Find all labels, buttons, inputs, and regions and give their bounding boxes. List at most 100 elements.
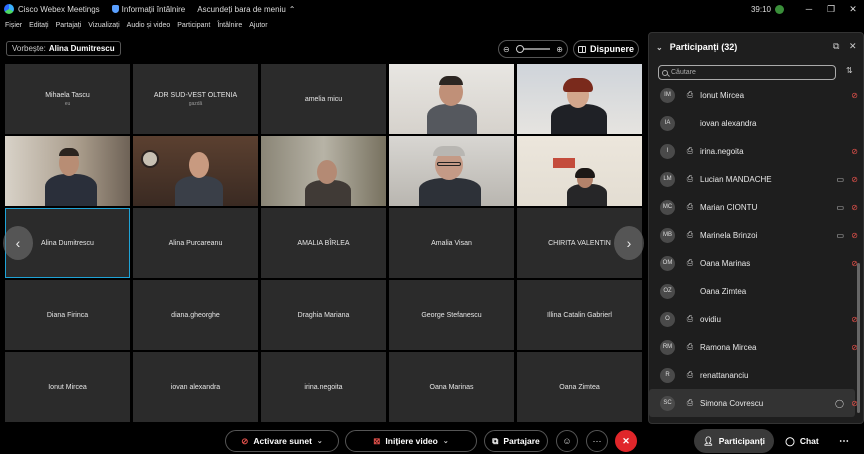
chevron-down-icon[interactable]: ⌄: [317, 437, 323, 445]
zoom-slider-handle[interactable]: [516, 45, 524, 53]
participant-row[interactable]: O ⎙ ovidiu ⊘: [649, 305, 858, 333]
menu-share[interactable]: Partajați: [56, 22, 82, 29]
more-options-button[interactable]: ⋯: [586, 430, 608, 452]
participant-search-input[interactable]: Căutare: [658, 65, 836, 80]
restore-button[interactable]: ❐: [820, 4, 842, 15]
video-tile[interactable]: ADR SUD-VEST OLTENIA gazdă: [133, 64, 258, 134]
share-button[interactable]: ⧉ Partajare: [484, 430, 548, 452]
video-tile[interactable]: Illina Catalin Gabrierl: [517, 280, 642, 350]
menu-help[interactable]: Ajutor: [249, 22, 267, 29]
chevron-down-icon[interactable]: ⌄: [443, 437, 449, 445]
previous-page-button[interactable]: ‹: [3, 226, 33, 260]
zoom-slider[interactable]: [516, 45, 550, 53]
muted-mic-icon: ⊘: [241, 435, 249, 446]
avatar: MC: [660, 199, 675, 215]
video-tile[interactable]: iovan alexandra: [133, 352, 258, 422]
participant-row[interactable]: IA iovan alexandra: [649, 109, 855, 137]
avatar: OZ: [660, 283, 675, 299]
video-tile[interactable]: Oana Zimtea: [517, 352, 642, 422]
video-tile-camera[interactable]: [133, 136, 258, 206]
menu-view[interactable]: Vizualizați: [88, 22, 119, 29]
menu-edit[interactable]: Editați: [29, 22, 48, 29]
muted-mic-icon[interactable]: ⊘: [851, 91, 858, 100]
tile-name: Ionut Mircea: [48, 383, 87, 391]
tile-name: amelia micu: [304, 95, 343, 103]
menu-audio-video[interactable]: Audio și video: [127, 22, 171, 29]
video-tile-camera[interactable]: [389, 136, 514, 206]
camera-feed: [517, 64, 642, 134]
tile-name: Illina Catalin Gabrierl: [547, 311, 612, 319]
video-tile[interactable]: Amalia Visan: [389, 208, 514, 278]
video-tile[interactable]: irina.negoita: [261, 352, 386, 422]
menu-meeting[interactable]: Întâlnire: [217, 22, 242, 29]
sort-icon[interactable]: ⇅: [846, 66, 853, 75]
video-tile-camera[interactable]: [517, 64, 642, 134]
zoom-out-icon[interactable]: ⊖: [503, 45, 510, 54]
reactions-button[interactable]: ☺: [556, 430, 578, 452]
video-tile[interactable]: AMALIA BÎRLEA: [261, 208, 386, 278]
chat-bubble-icon[interactable]: ◯: [835, 399, 844, 408]
video-tile[interactable]: diana.gheorghe: [133, 280, 258, 350]
muted-mic-icon[interactable]: ⊘: [851, 231, 858, 240]
video-tile[interactable]: Mihaela Tascu eu: [5, 64, 130, 134]
video-tile-camera[interactable]: [261, 136, 386, 206]
participant-row[interactable]: RM ⎙ Ramona Mircea ⊘: [649, 333, 858, 361]
meeting-info-button[interactable]: Informații întâlnire: [111, 4, 186, 14]
panel-scrollbar[interactable]: [857, 263, 860, 413]
muted-mic-icon[interactable]: ⊘: [851, 175, 858, 184]
device-icon: ⎙: [686, 174, 694, 183]
muted-mic-icon[interactable]: ⊘: [851, 147, 858, 156]
participant-name: iovan alexandra: [700, 118, 757, 128]
video-tile-camera[interactable]: [517, 136, 642, 206]
participant-name: Oana Zimtea: [700, 286, 747, 296]
hide-menu-button[interactable]: Ascundeți bara de meniu ⌃: [197, 5, 295, 14]
participant-row[interactable]: MB ⎙ Marinela Brinzoi ▭ ⊘: [649, 221, 858, 249]
device-icon: ⎙: [686, 342, 694, 351]
minimize-button[interactable]: ─: [798, 4, 820, 14]
participant-row[interactable]: R ⎙ renattananciu: [649, 361, 855, 389]
close-window-button[interactable]: ✕: [842, 4, 864, 15]
end-meeting-button[interactable]: ✕: [615, 430, 637, 452]
video-tile[interactable]: amelia micu: [261, 64, 386, 134]
participant-row[interactable]: OM ⎙ Oana Marinas ⊘: [649, 249, 858, 277]
next-page-button[interactable]: ›: [614, 226, 644, 260]
title-bar: Cisco Webex Meetings Informații întâlnir…: [0, 0, 864, 18]
video-tile[interactable]: Oana Marinas: [389, 352, 514, 422]
unmute-button[interactable]: ⊘ Activare sunet ⌄: [225, 430, 339, 452]
participants-toggle-button[interactable]: 👤︎ Participanți: [694, 429, 774, 453]
tile-name: George Stefanescu: [421, 311, 482, 319]
layout-button[interactable]: Dispunere: [573, 40, 639, 58]
video-tile-camera[interactable]: [389, 64, 514, 134]
video-tile[interactable]: Alina Purcareanu: [133, 208, 258, 278]
smiley-icon: ☺: [562, 436, 572, 446]
tile-name: Alina Dumitrescu: [41, 239, 94, 247]
participant-row-hovered[interactable]: SC ⎙ Simona Covrescu ◯ ⊘: [649, 389, 858, 417]
menu-participant[interactable]: Participant: [177, 22, 210, 29]
participant-list: IM ⎙ Ionut Mircea ⊘ IA iovan alexandra I…: [649, 81, 858, 417]
chat-toggle-button[interactable]: ◯ Chat: [780, 429, 824, 453]
zoom-in-icon[interactable]: ⊕: [556, 45, 563, 54]
menu-file[interactable]: Fișier: [5, 22, 22, 29]
video-tile[interactable]: George Stefanescu: [389, 280, 514, 350]
video-tile[interactable]: Ionut Mircea: [5, 352, 130, 422]
camera-feed: [133, 136, 258, 206]
video-tile[interactable]: Diana Firinca: [5, 280, 130, 350]
participant-row[interactable]: MC ⎙ Marian CIONTU ▭ ⊘: [649, 193, 858, 221]
muted-mic-icon[interactable]: ⊘: [851, 203, 858, 212]
speaker-label: Vorbește:: [12, 44, 46, 53]
meeting-info-label: Informații întâlnire: [121, 4, 186, 14]
participant-row[interactable]: LM ⎙ Lucian MANDACHE ▭ ⊘: [649, 165, 858, 193]
start-video-button[interactable]: ⊠ Inițiere video ⌄: [345, 430, 477, 452]
participant-row[interactable]: I ⎙ irina.negoita ⊘: [649, 137, 858, 165]
participant-row[interactable]: IM ⎙ Ionut Mircea ⊘: [649, 81, 858, 109]
close-panel-icon[interactable]: ✕: [849, 41, 857, 52]
video-tile[interactable]: Draghia Mariana: [261, 280, 386, 350]
participant-row[interactable]: OZ Oana Zimtea: [649, 277, 855, 305]
more-panels-button[interactable]: ⋯: [832, 429, 856, 453]
video-tile-camera[interactable]: [5, 136, 130, 206]
avatar: R: [660, 367, 675, 383]
ellipsis-icon: ⋯: [839, 435, 849, 447]
popout-icon[interactable]: ⧉: [833, 41, 839, 52]
collapse-chevron-icon[interactable]: ⌄: [656, 43, 663, 52]
search-placeholder: Căutare: [671, 69, 696, 76]
